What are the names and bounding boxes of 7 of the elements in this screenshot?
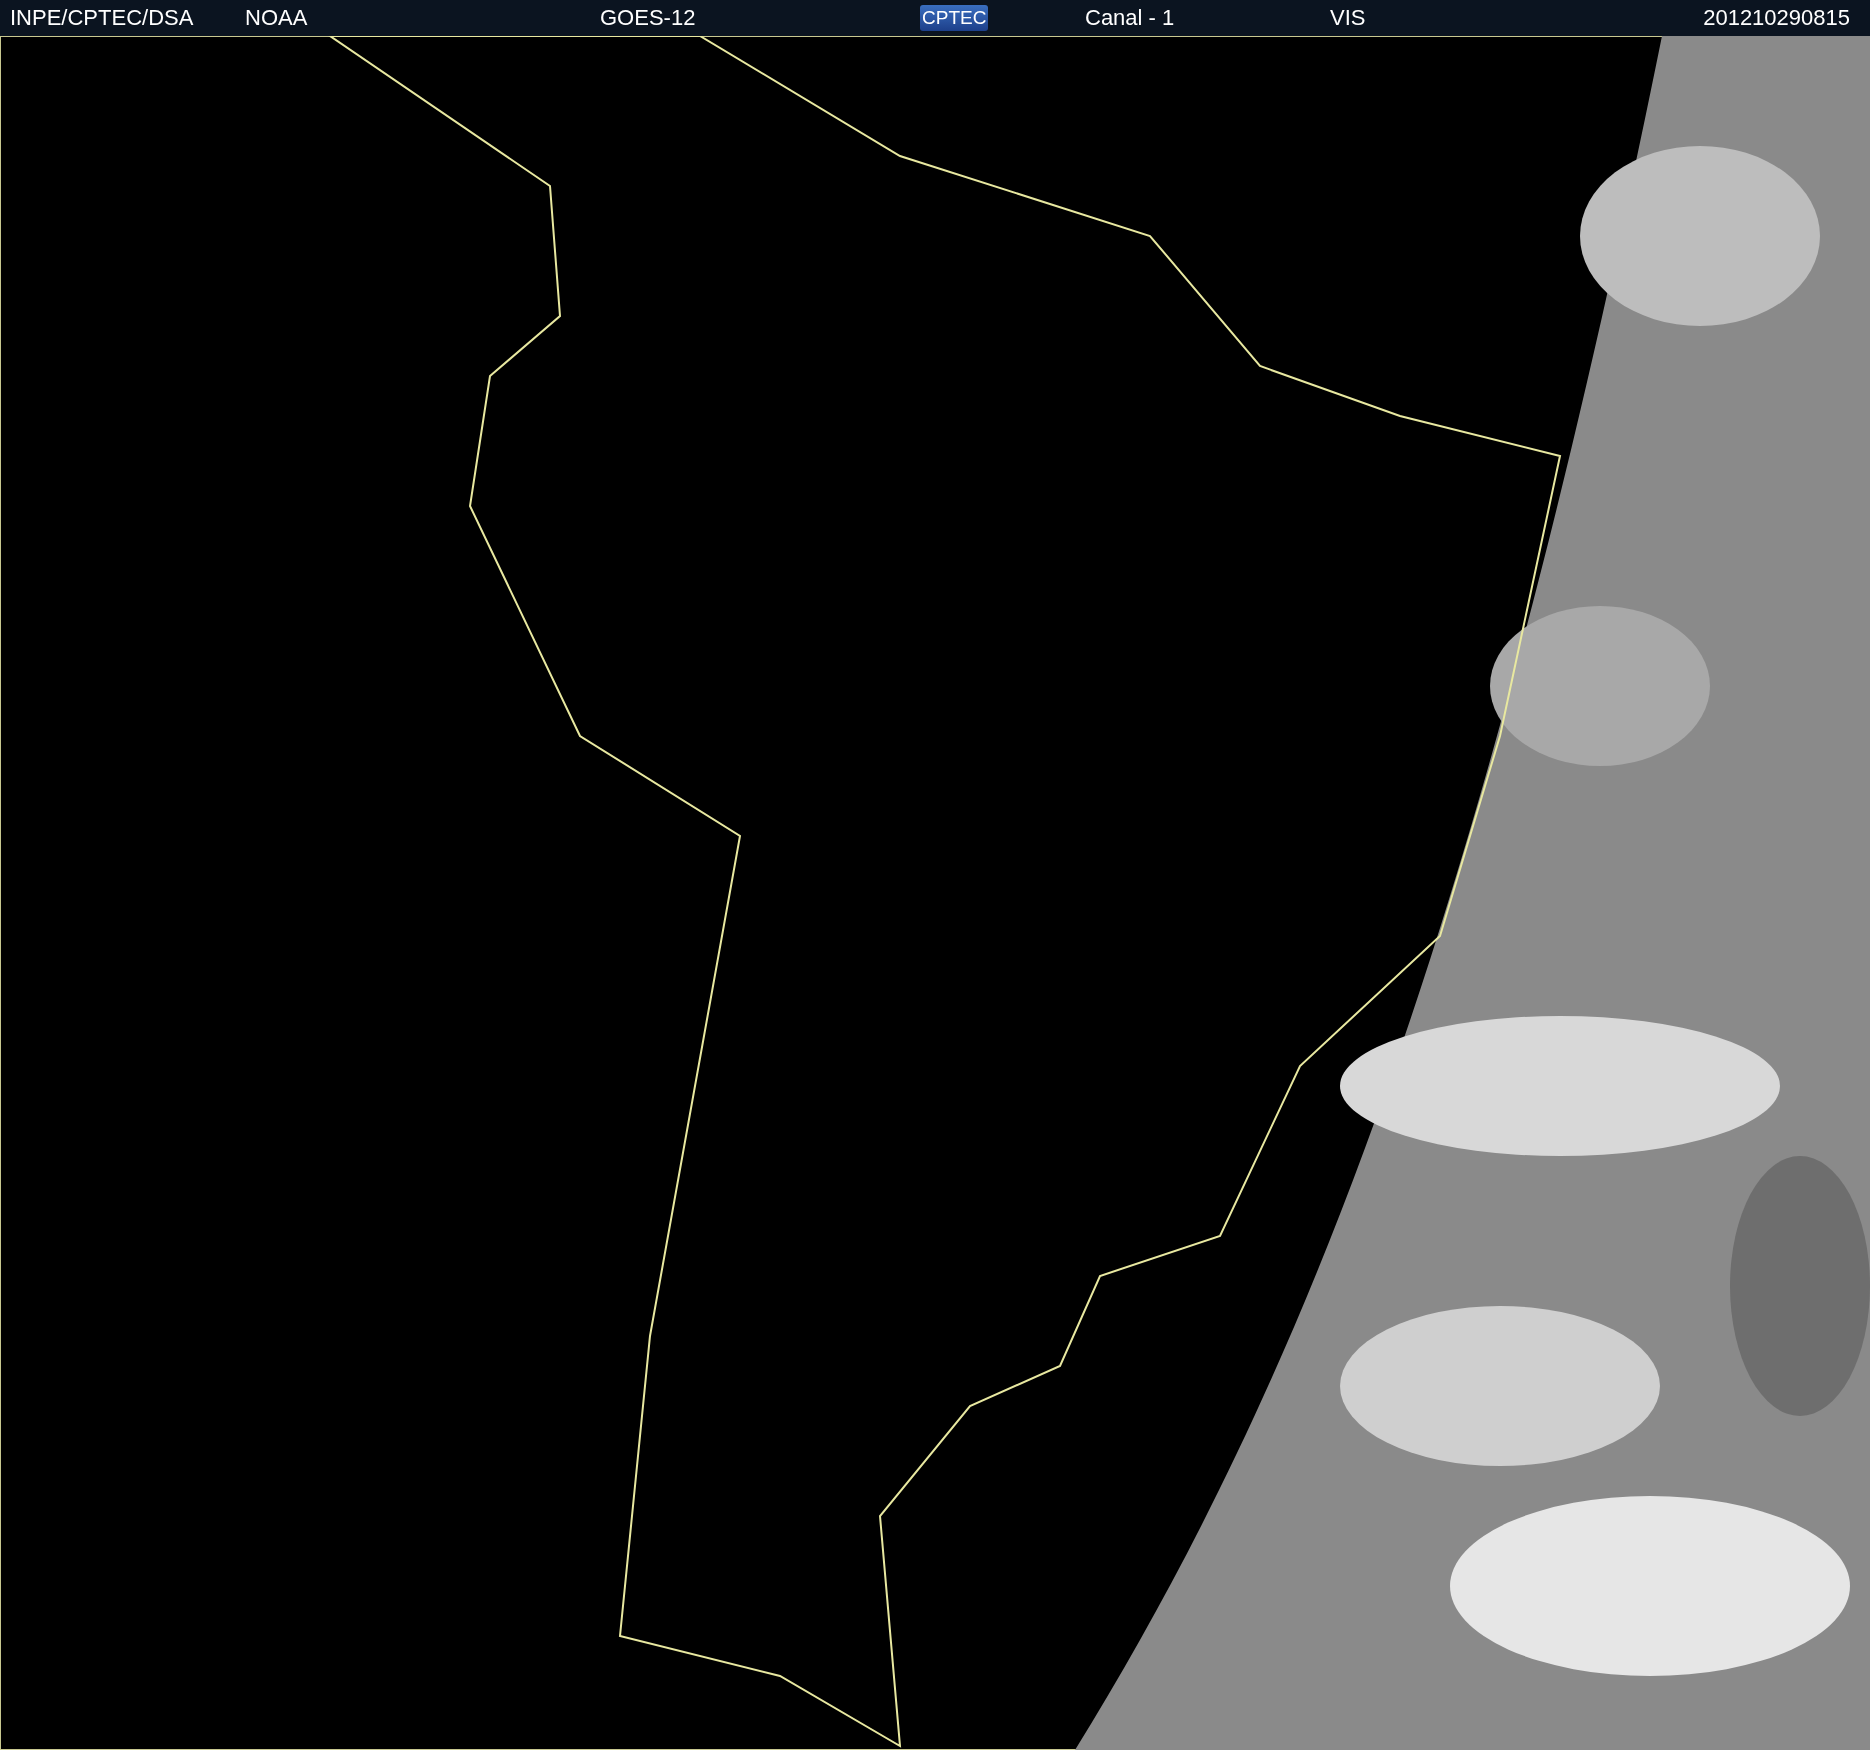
band-label: VIS: [1330, 5, 1366, 31]
source-label: INPE/CPTEC/DSA: [10, 5, 194, 31]
channel-label: Canal - 1: [1085, 5, 1175, 31]
timestamp-label: 201210290815: [1703, 5, 1850, 31]
logo: CPTEC: [920, 5, 989, 31]
satellite-label: GOES-12: [600, 5, 696, 31]
agency-label: NOAA: [245, 5, 308, 31]
